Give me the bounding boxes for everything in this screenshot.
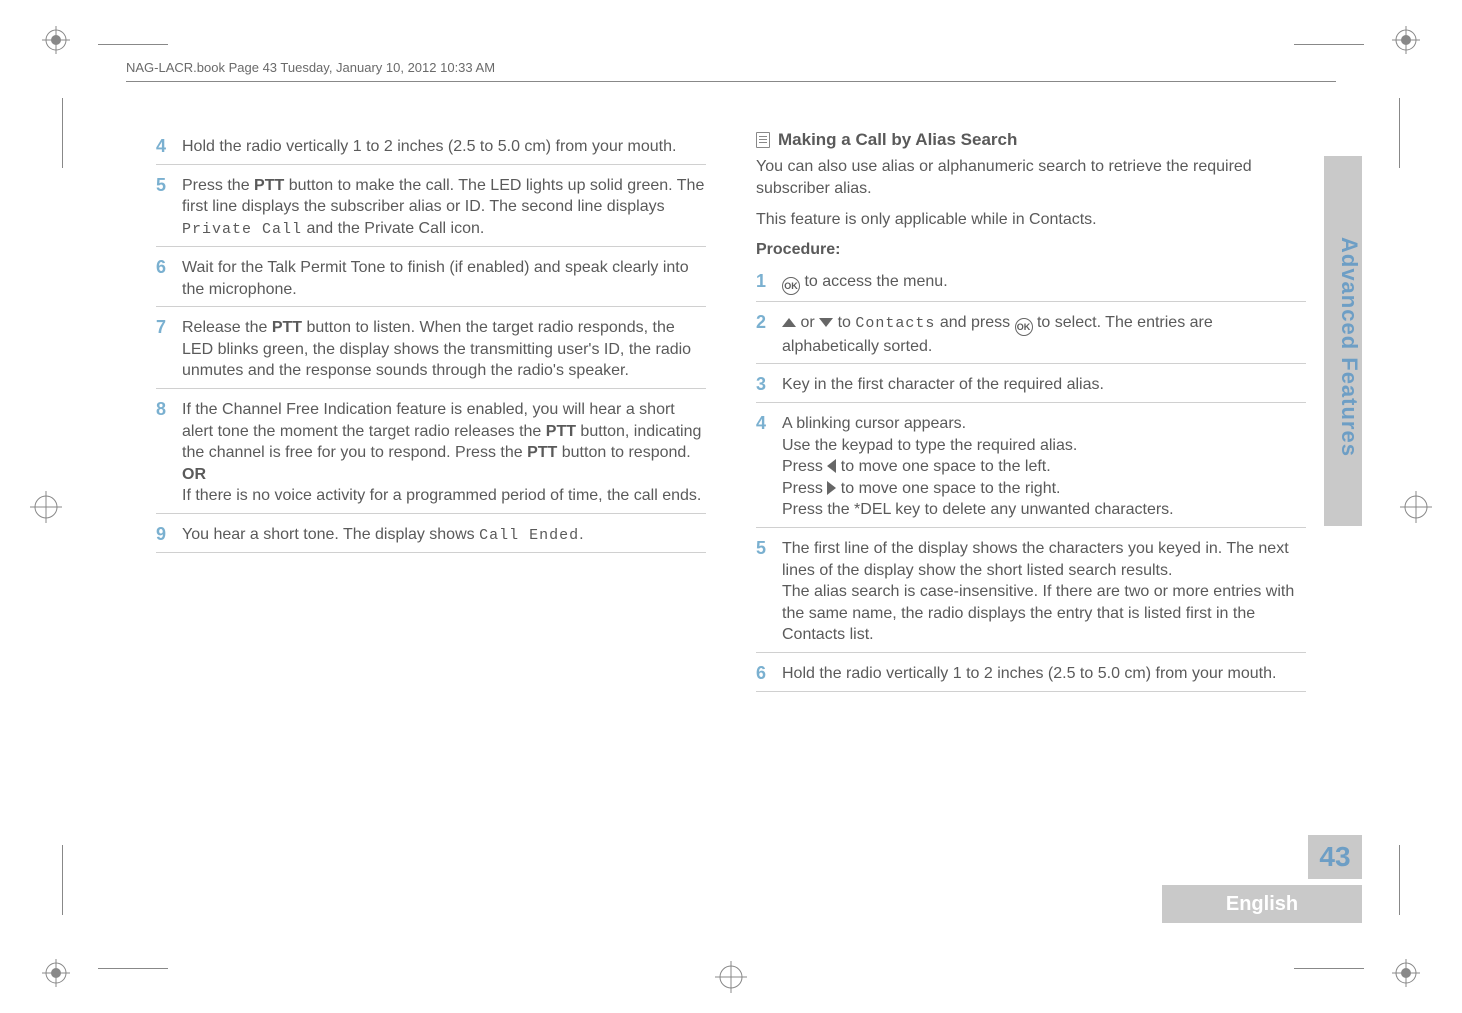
side-tab: Advanced Features — [1324, 156, 1362, 526]
crosshair-icon — [30, 491, 62, 523]
procedure-step: 8If the Channel Free Indication feature … — [156, 393, 706, 514]
step-body: Press the PTT button to make the call. T… — [182, 175, 706, 240]
procedure-step: 5Press the PTT button to make the call. … — [156, 169, 706, 247]
step-body: Hold the radio vertically 1 to 2 inches … — [782, 663, 1306, 685]
step-number: 4 — [756, 413, 782, 521]
intro-paragraph: You can also use alias or alphanumeric s… — [756, 156, 1306, 199]
procedure-step: 7Release the PTT button to listen. When … — [156, 311, 706, 389]
header-text: NAG-LACR.book Page 43 Tuesday, January 1… — [126, 60, 495, 75]
crosshair-icon — [715, 961, 747, 993]
registration-mark-icon — [42, 26, 70, 54]
step-body: Hold the radio vertically 1 to 2 inches … — [182, 136, 706, 158]
step-number: 9 — [156, 524, 182, 546]
step-number: 7 — [156, 317, 182, 382]
procedure-step: 4A blinking cursor appears.Use the keypa… — [756, 407, 1306, 528]
procedure-step: 4Hold the radio vertically 1 to 2 inches… — [156, 130, 706, 165]
step-body: Key in the first character of the requir… — [782, 374, 1306, 396]
procedure-step: 6Hold the radio vertically 1 to 2 inches… — [756, 657, 1306, 692]
step-number: 2 — [756, 312, 782, 358]
procedure-step: 6Wait for the Talk Permit Tone to finish… — [156, 251, 706, 307]
procedure-step: 2 or to Contacts and press OK to select.… — [756, 306, 1306, 365]
crop-mark — [1294, 968, 1364, 969]
registration-mark-icon — [1392, 959, 1420, 987]
crosshair-icon — [1400, 491, 1432, 523]
crop-mark — [1399, 845, 1400, 915]
procedure-step: 9You hear a short tone. The display show… — [156, 518, 706, 553]
step-body: OK to access the menu. — [782, 271, 1306, 295]
crop-mark — [62, 98, 63, 168]
language-label: English — [1162, 885, 1362, 923]
step-body: Release the PTT button to listen. When t… — [182, 317, 706, 382]
procedure-step: 1OK to access the menu. — [756, 265, 1306, 302]
right-column: Making a Call by Alias Search You can al… — [756, 130, 1306, 893]
section-heading: Making a Call by Alias Search — [756, 130, 1306, 150]
section-title: Making a Call by Alias Search — [778, 130, 1017, 150]
crop-mark — [98, 968, 168, 969]
crop-mark — [98, 44, 168, 45]
step-body: You hear a short tone. The display shows… — [182, 524, 706, 546]
crop-mark — [1294, 44, 1364, 45]
step-body: If the Channel Free Indication feature i… — [182, 399, 706, 507]
step-number: 8 — [156, 399, 182, 507]
registration-mark-icon — [1392, 26, 1420, 54]
step-body: The first line of the display shows the … — [782, 538, 1306, 646]
step-body: Wait for the Talk Permit Tone to finish … — [182, 257, 706, 300]
step-number: 4 — [156, 136, 182, 158]
step-number: 5 — [156, 175, 182, 240]
step-number: 5 — [756, 538, 782, 646]
crop-mark — [62, 845, 63, 915]
procedure-label: Procedure: — [756, 241, 1306, 259]
page-number: 43 — [1308, 835, 1362, 879]
step-number: 3 — [756, 374, 782, 396]
content-area: 4Hold the radio vertically 1 to 2 inches… — [156, 130, 1306, 893]
crop-mark — [1399, 98, 1400, 168]
step-body: A blinking cursor appears.Use the keypad… — [782, 413, 1306, 521]
intro-paragraph: This feature is only applicable while in… — [756, 209, 1306, 231]
step-number: 6 — [756, 663, 782, 685]
step-number: 6 — [156, 257, 182, 300]
procedure-step: 3Key in the first character of the requi… — [756, 368, 1306, 403]
step-body: or to Contacts and press OK to select. T… — [782, 312, 1306, 358]
left-column: 4Hold the radio vertically 1 to 2 inches… — [156, 130, 706, 893]
page-header: NAG-LACR.book Page 43 Tuesday, January 1… — [126, 56, 1336, 82]
registration-mark-icon — [42, 959, 70, 987]
step-number: 1 — [756, 271, 782, 295]
list-icon — [756, 132, 770, 148]
procedure-step: 5The first line of the display shows the… — [756, 532, 1306, 653]
